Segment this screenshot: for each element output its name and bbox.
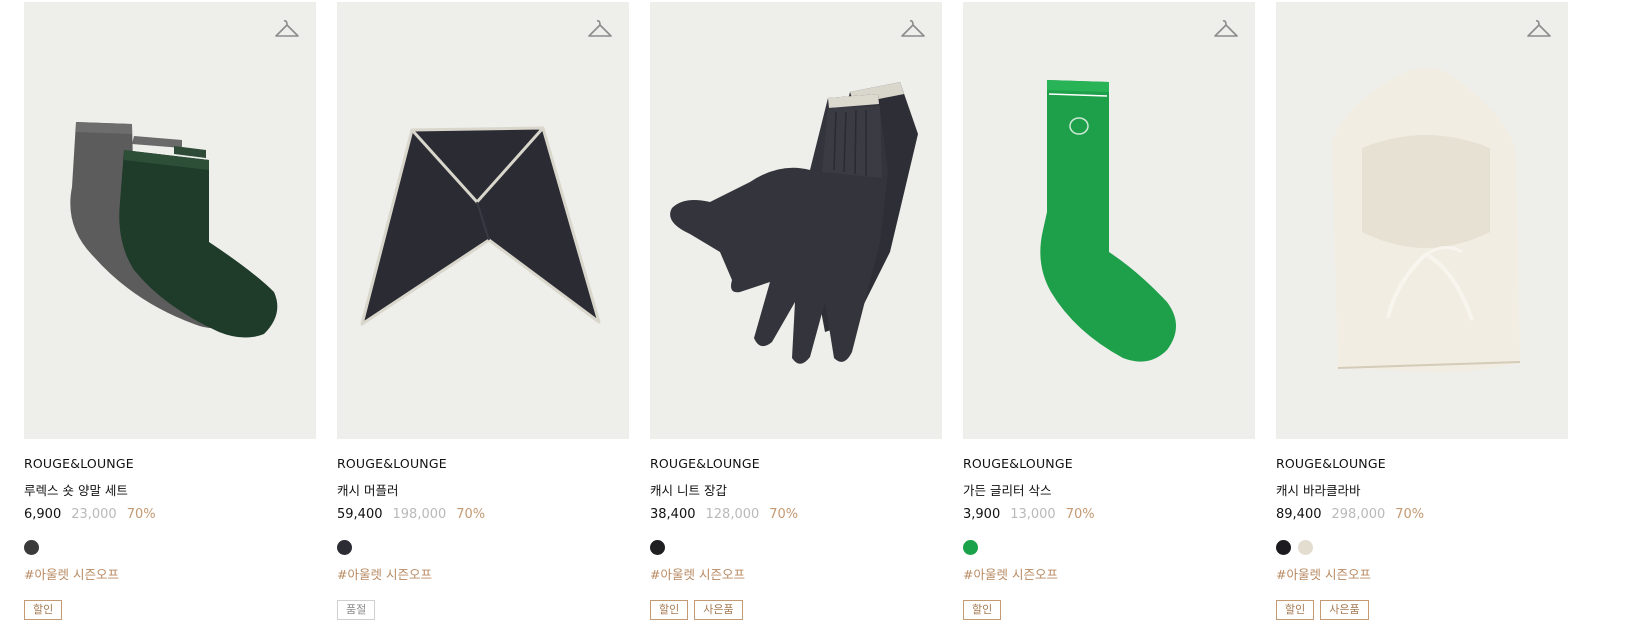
product-name[interactable]: 캐시 바라클라바 — [1276, 480, 1568, 499]
hashtag-link[interactable]: #아울렛 시즌오프 — [963, 564, 1255, 583]
product-card[interactable]: ROUGE&LOUNGE 캐시 머플러 59,400 198,000 70% #… — [337, 2, 629, 620]
product-image[interactable] — [650, 2, 942, 439]
color-swatch[interactable] — [1276, 540, 1291, 555]
product-brand[interactable]: ROUGE&LOUNGE — [24, 456, 316, 471]
color-swatches — [24, 540, 316, 555]
product-grid: ROUGE&LOUNGE 루렉스 숏 양말 세트 6,900 23,000 70… — [24, 2, 1568, 620]
green-sock-image — [1040, 80, 1176, 362]
color-swatches — [963, 540, 1255, 555]
gloves-image — [670, 82, 918, 364]
product-image[interactable] — [24, 2, 316, 439]
color-swatches — [337, 540, 629, 555]
hashtag-link[interactable]: #아울렛 시즌오프 — [1276, 564, 1568, 583]
discount-rate: 70% — [126, 507, 156, 522]
gift-badge: 사은품 — [1320, 600, 1369, 620]
product-card[interactable]: ROUGE&LOUNGE 캐시 니트 장갑 38,400 128,000 70%… — [650, 2, 942, 620]
price-row: 38,400 128,000 70% — [650, 507, 942, 522]
product-image[interactable] — [1276, 2, 1568, 439]
sale-badge: 할인 — [1276, 600, 1315, 620]
color-swatch[interactable] — [650, 540, 665, 555]
product-name[interactable]: 캐시 니트 장갑 — [650, 480, 942, 499]
product-card[interactable]: ROUGE&LOUNGE 루렉스 숏 양말 세트 6,900 23,000 70… — [24, 2, 316, 620]
product-brand[interactable]: ROUGE&LOUNGE — [1276, 456, 1568, 471]
product-brand[interactable]: ROUGE&LOUNGE — [963, 456, 1255, 471]
hanger-icon[interactable] — [1213, 18, 1239, 42]
product-card[interactable]: ROUGE&LOUNGE 가든 글리터 삭스 3,900 13,000 70% … — [963, 2, 1255, 620]
product-image[interactable] — [337, 2, 629, 439]
color-swatch[interactable] — [963, 540, 978, 555]
hashtag-link[interactable]: #아울렛 시즌오프 — [24, 564, 316, 583]
balaclava-image — [1332, 68, 1521, 373]
sale-badge: 할인 — [24, 600, 63, 620]
product-brand[interactable]: ROUGE&LOUNGE — [650, 456, 942, 471]
product-name[interactable]: 가든 글리터 삭스 — [963, 480, 1255, 499]
badge-row: 품절 — [337, 600, 629, 620]
hanger-icon[interactable] — [1526, 18, 1552, 42]
sale-price: 6,900 — [24, 507, 62, 522]
color-swatch[interactable] — [24, 540, 39, 555]
soldout-badge: 품절 — [337, 600, 376, 620]
hashtag-link[interactable]: #아울렛 시즌오프 — [650, 564, 942, 583]
color-swatches — [1276, 540, 1568, 555]
sale-price: 59,400 — [337, 507, 383, 522]
badge-row: 할인 — [963, 600, 1255, 620]
product-card[interactable]: ROUGE&LOUNGE 캐시 바라클라바 89,400 298,000 70%… — [1276, 2, 1568, 620]
discount-rate: 70% — [456, 507, 486, 522]
discount-rate: 70% — [1065, 507, 1095, 522]
sale-price: 89,400 — [1276, 507, 1322, 522]
hanger-icon[interactable] — [274, 18, 300, 42]
original-price: 128,000 — [705, 507, 760, 522]
badge-row: 할인 — [24, 600, 316, 620]
sale-badge: 할인 — [650, 600, 689, 620]
badge-row: 할인 사은품 — [650, 600, 942, 620]
sale-badge: 할인 — [963, 600, 1002, 620]
hanger-icon[interactable] — [900, 18, 926, 42]
discount-rate: 70% — [769, 507, 799, 522]
sale-price: 3,900 — [963, 507, 1001, 522]
price-row: 3,900 13,000 70% — [963, 507, 1255, 522]
color-swatch[interactable] — [337, 540, 352, 555]
price-row: 89,400 298,000 70% — [1276, 507, 1568, 522]
original-price: 298,000 — [1331, 507, 1386, 522]
product-name[interactable]: 루렉스 숏 양말 세트 — [24, 480, 316, 499]
price-row: 6,900 23,000 70% — [24, 507, 316, 522]
price-row: 59,400 198,000 70% — [337, 507, 629, 522]
hashtag-link[interactable]: #아울렛 시즌오프 — [337, 564, 629, 583]
gift-badge: 사은품 — [694, 600, 743, 620]
original-price: 198,000 — [392, 507, 447, 522]
color-swatch[interactable] — [1298, 540, 1313, 555]
socks-set-image — [70, 122, 278, 338]
sale-price: 38,400 — [650, 507, 696, 522]
muffler-image — [360, 126, 601, 326]
original-price: 13,000 — [1010, 507, 1056, 522]
badge-row: 할인 사은품 — [1276, 600, 1568, 620]
product-brand[interactable]: ROUGE&LOUNGE — [337, 456, 629, 471]
product-image[interactable] — [963, 2, 1255, 439]
color-swatches — [650, 540, 942, 555]
product-name[interactable]: 캐시 머플러 — [337, 480, 629, 499]
hanger-icon[interactable] — [587, 18, 613, 42]
original-price: 23,000 — [71, 507, 117, 522]
discount-rate: 70% — [1395, 507, 1425, 522]
